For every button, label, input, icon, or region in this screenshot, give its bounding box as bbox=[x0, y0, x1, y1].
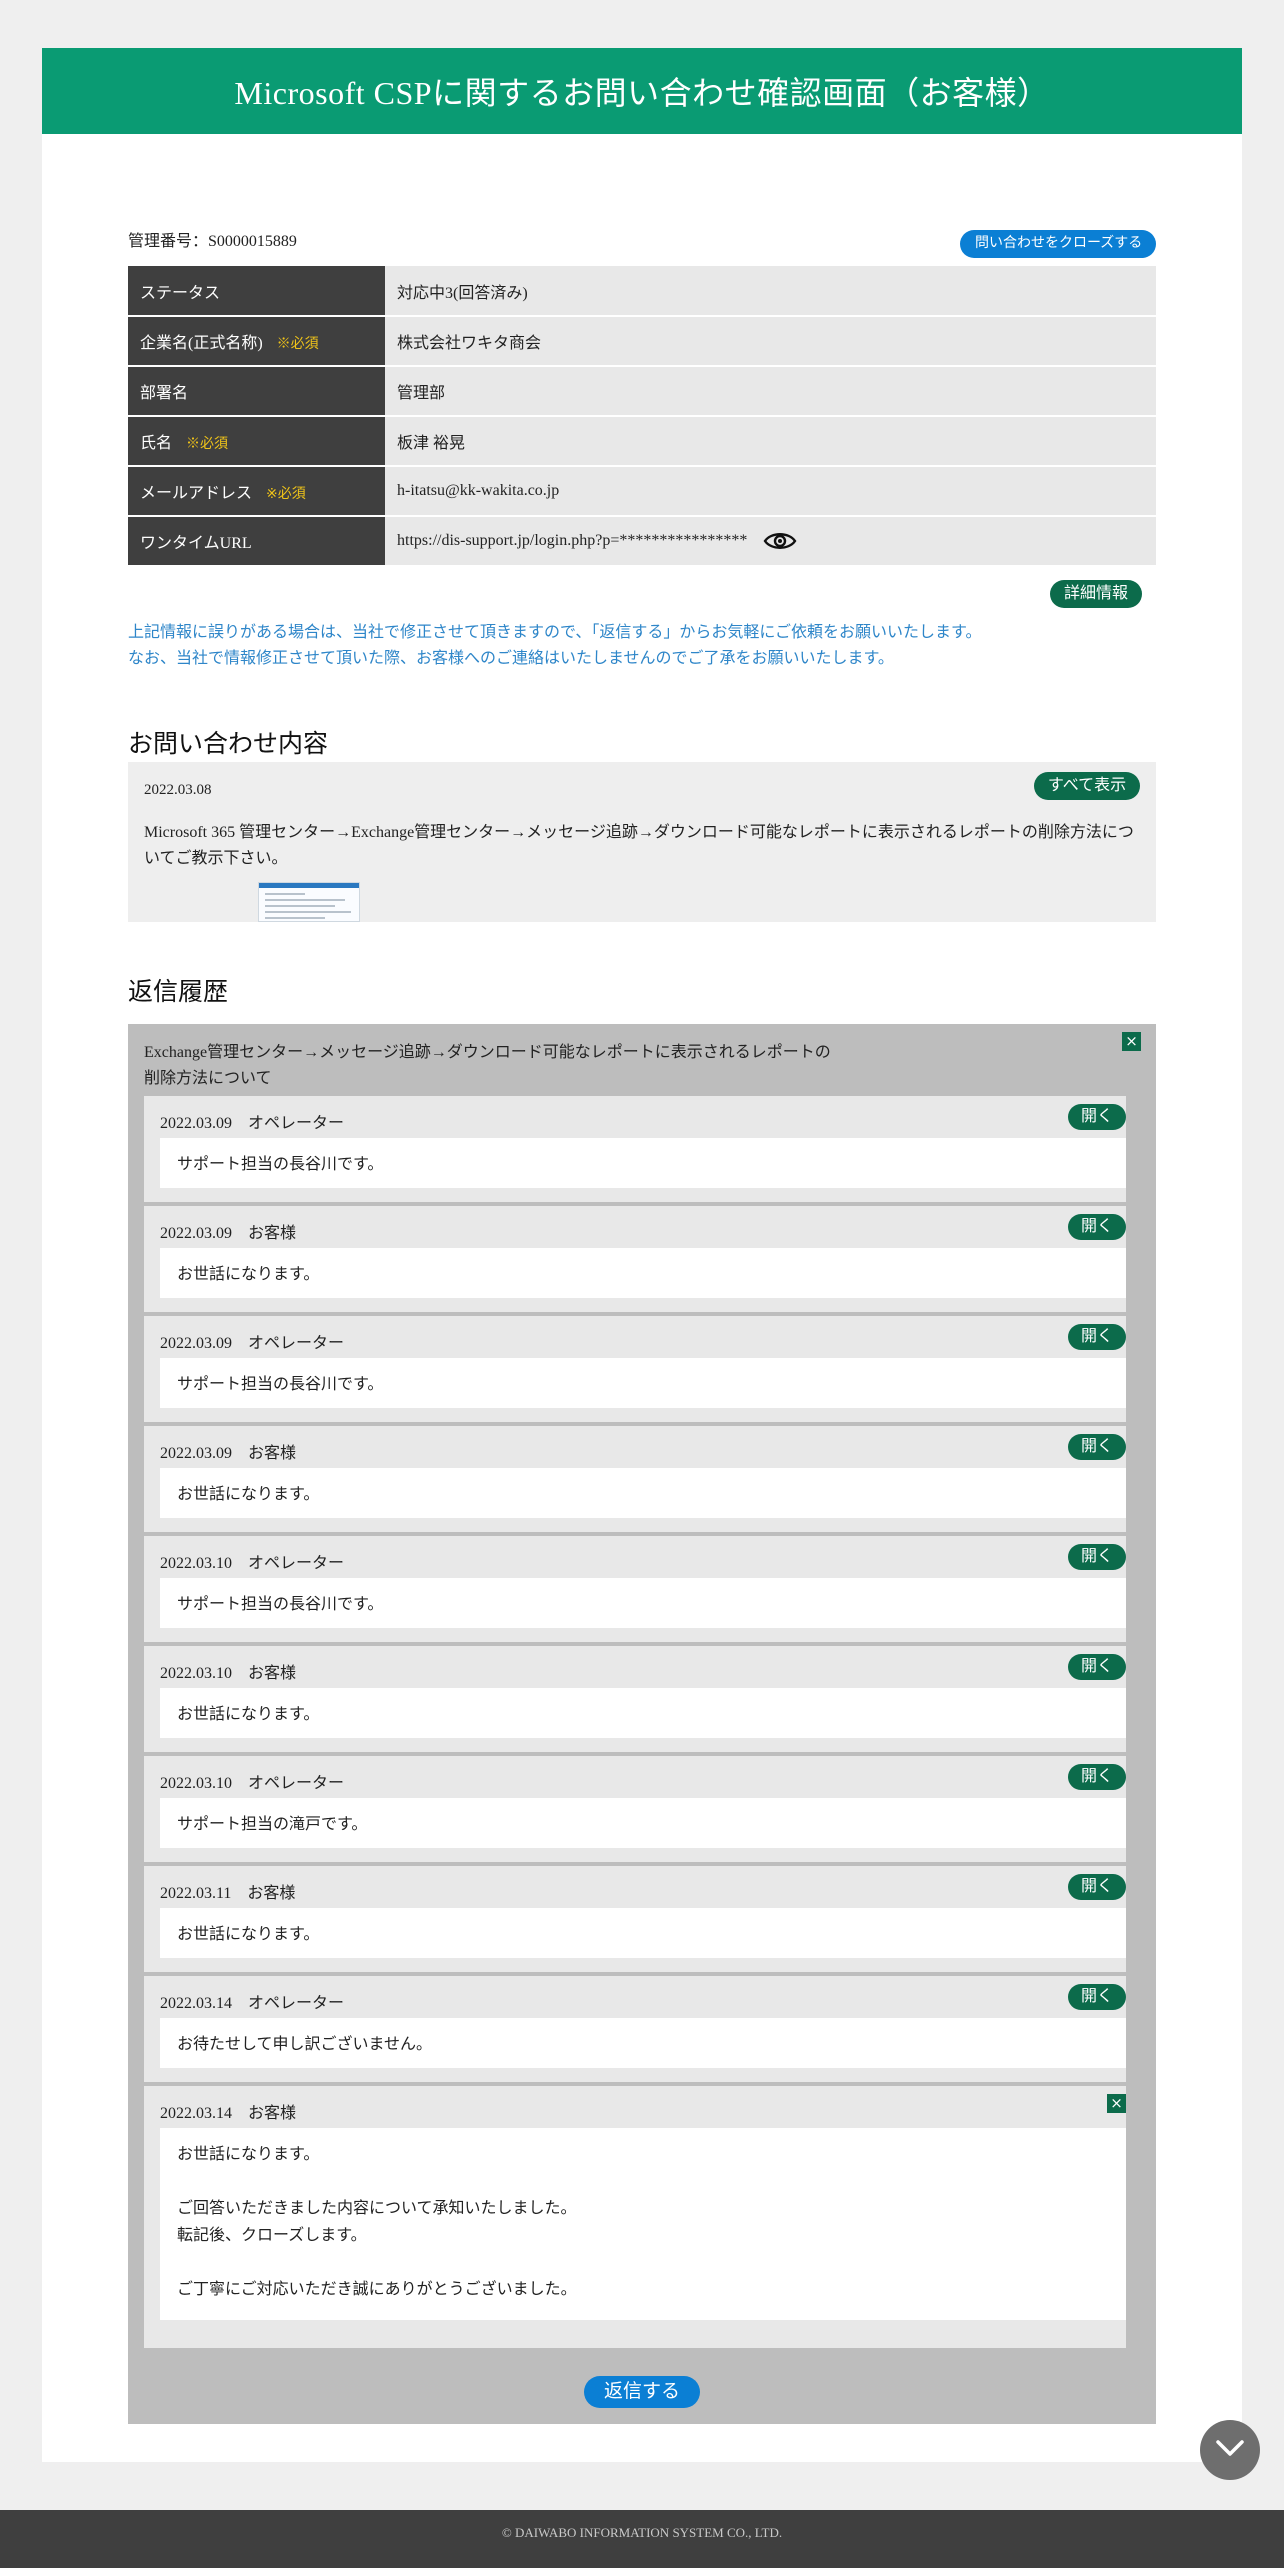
reply-entry: 2022.03.10 オペレーター 開く サポート担当の滝戸です。 bbox=[144, 1756, 1126, 1862]
info-value-onetime-url: https://dis-support.jp/login.php?p=*****… bbox=[397, 532, 748, 549]
info-row-onetime-url: ワンタイムURL https://dis-support.jp/login.ph… bbox=[128, 516, 1156, 567]
scroll-down-button[interactable] bbox=[1200, 2420, 1260, 2480]
info-row-name: 氏名 ※必須 板津 裕晃 bbox=[128, 416, 1156, 467]
reply-meta: 2022.03.09 オペレーター bbox=[160, 1115, 345, 1132]
reply-subject: Exchange管理センター→メッセージ追跡→ダウンロード可能なレポートに表示さ… bbox=[144, 1044, 831, 1087]
required-mark: ※必須 bbox=[266, 487, 306, 502]
reply-body: お世話になります。 bbox=[160, 1908, 1126, 1958]
info-value-name: 板津 裕晃 bbox=[385, 416, 1156, 467]
reply-body: サポート担当の滝戸です。 bbox=[160, 1798, 1126, 1848]
open-button[interactable]: 開く bbox=[1068, 1104, 1126, 1130]
footer: © DAIWABO INFORMATION SYSTEM CO., LTD. bbox=[0, 2510, 1284, 2568]
management-number: 管理番号：S0000015889 bbox=[128, 233, 297, 250]
reply-meta: 2022.03.09 お客様 bbox=[160, 1225, 297, 1242]
reply-entry: 2022.03.14 オペレーター 開く お待たせして申し訳ございません。 bbox=[144, 1976, 1126, 2082]
reply-body: お世話になります。 ご回答いただきました内容について承知いたしました。 転記後、… bbox=[160, 2128, 1126, 2320]
reply-entry: 2022.03.09 オペレーター 開く サポート担当の長谷川です。 bbox=[144, 1096, 1126, 1202]
reply-history-title: 返信履歴 bbox=[128, 979, 229, 1006]
copyright-text: © DAIWABO INFORMATION SYSTEM CO., LTD. bbox=[501, 2525, 783, 2540]
reply-entry: 2022.03.09 オペレーター 開く サポート担当の長谷川です。 bbox=[144, 1316, 1126, 1422]
reply-entry: 2022.03.10 オペレーター 開く サポート担当の長谷川です。 bbox=[144, 1536, 1126, 1642]
open-button[interactable]: 開く bbox=[1068, 1654, 1126, 1680]
info-value-company: 株式会社ワキタ商会 bbox=[385, 316, 1156, 367]
inquiry-box: 2022.03.08 すべて表示 Microsoft 365 管理センター→Ex… bbox=[128, 762, 1156, 922]
info-value-status: 対応中3(回答済み) bbox=[385, 266, 1156, 317]
close-inquiry-button[interactable]: 問い合わせをクローズする bbox=[960, 230, 1156, 258]
open-button[interactable]: 開く bbox=[1068, 1324, 1126, 1350]
reply-meta: 2022.03.10 オペレーター bbox=[160, 1555, 345, 1572]
reply-meta: 2022.03.10 オペレーター bbox=[160, 1775, 345, 1792]
page-header: Microsoft CSPに関するお問い合わせ確認画面（お客様） bbox=[42, 48, 1242, 134]
eye-icon[interactable] bbox=[763, 529, 797, 553]
info-row-department: 部署名 管理部 bbox=[128, 366, 1156, 417]
attachment-thumbnail[interactable] bbox=[258, 882, 360, 922]
info-label: ワンタイムURL bbox=[140, 535, 252, 552]
reply-body: お世話になります。 bbox=[160, 1688, 1126, 1738]
chevron-down-icon bbox=[1215, 2439, 1245, 2462]
close-icon[interactable]: × bbox=[1122, 1032, 1141, 1051]
info-row-email: メールアドレス ※必須 h-itatsu@kk-wakita.co.jp bbox=[128, 466, 1156, 517]
inquiry-text: Microsoft 365 管理センター→Exchange管理センター→メッセー… bbox=[144, 824, 1134, 867]
reply-button[interactable]: 返信する bbox=[584, 2376, 700, 2408]
reply-entry: 2022.03.10 お客様 開く お世話になります。 bbox=[144, 1646, 1126, 1752]
required-mark: ※必須 bbox=[276, 337, 319, 352]
reply-body: サポート担当の長谷川です。 bbox=[160, 1138, 1126, 1188]
info-label: 部署名 bbox=[140, 385, 189, 402]
reply-meta: 2022.03.09 オペレーター bbox=[160, 1335, 345, 1352]
detail-info-button[interactable]: 詳細情報 bbox=[1050, 580, 1142, 608]
page-title: Microsoft CSPに関するお問い合わせ確認画面（お客様） bbox=[234, 75, 1050, 111]
reply-entry: 2022.03.09 お客様 開く お世話になります。 bbox=[144, 1206, 1126, 1312]
open-button[interactable]: 開く bbox=[1068, 1434, 1126, 1460]
info-label: 氏名 bbox=[140, 435, 173, 452]
open-button[interactable]: 開く bbox=[1068, 1214, 1126, 1240]
info-value-email: h-itatsu@kk-wakita.co.jp bbox=[385, 466, 1156, 517]
reply-body: サポート担当の長谷川です。 bbox=[160, 1358, 1126, 1408]
open-button[interactable]: 開く bbox=[1068, 1764, 1126, 1790]
reply-meta: 2022.03.14 オペレーター bbox=[160, 1995, 345, 2012]
open-button[interactable]: 開く bbox=[1068, 1984, 1126, 2010]
info-row-company: 企業名(正式名称) ※必須 株式会社ワキタ商会 bbox=[128, 316, 1156, 367]
info-label: メールアドレス bbox=[140, 485, 253, 502]
reply-entry-expanded: 2022.03.14 お客様 × お世話になります。 ご回答いただきました内容に… bbox=[144, 2086, 1126, 2348]
reply-entry: 2022.03.09 お客様 開く お世話になります。 bbox=[144, 1426, 1126, 1532]
reply-entry: 2022.03.11 お客様 開く お世話になります。 bbox=[144, 1866, 1126, 1972]
reply-meta: 2022.03.10 お客様 bbox=[160, 1665, 297, 1682]
show-all-button[interactable]: すべて表示 bbox=[1034, 772, 1140, 800]
info-row-status: ステータス 対応中3(回答済み) bbox=[128, 266, 1156, 317]
open-button[interactable]: 開く bbox=[1068, 1874, 1126, 1900]
open-button[interactable]: 開く bbox=[1068, 1544, 1126, 1570]
reply-history-box: Exchange管理センター→メッセージ追跡→ダウンロード可能なレポートに表示さ… bbox=[128, 1024, 1156, 2424]
info-label: ステータス bbox=[140, 284, 221, 302]
close-icon[interactable]: × bbox=[1107, 2094, 1126, 2113]
page-container: Microsoft CSPに関するお問い合わせ確認画面（お客様） 管理番号：S0… bbox=[42, 48, 1260, 2480]
reply-body: サポート担当の長谷川です。 bbox=[160, 1578, 1126, 1628]
info-value-department: 管理部 bbox=[385, 366, 1156, 417]
inquiry-date: 2022.03.08 bbox=[144, 782, 212, 798]
required-mark: ※必須 bbox=[186, 437, 229, 452]
customer-info-table: ステータス 対応中3(回答済み) 企業名(正式名称) ※必須 株式会社ワキタ商会 … bbox=[128, 266, 1156, 567]
reply-meta: 2022.03.14 お客様 bbox=[160, 2105, 297, 2122]
reply-meta: 2022.03.11 お客様 bbox=[160, 1885, 296, 1902]
inquiry-section-title: お問い合わせ内容 bbox=[128, 731, 329, 758]
reply-body: お世話になります。 bbox=[160, 1248, 1126, 1298]
reply-body: お待たせして申し訳ございません。 bbox=[160, 2018, 1126, 2068]
reply-meta: 2022.03.09 お客様 bbox=[160, 1445, 297, 1462]
notice-text: 上記情報に誤りがある場合は、当社で修正させて頂きますので、「返信する」からお気軽… bbox=[128, 624, 982, 667]
reply-body: お世話になります。 bbox=[160, 1468, 1126, 1518]
info-label: 企業名(正式名称) bbox=[140, 335, 263, 352]
